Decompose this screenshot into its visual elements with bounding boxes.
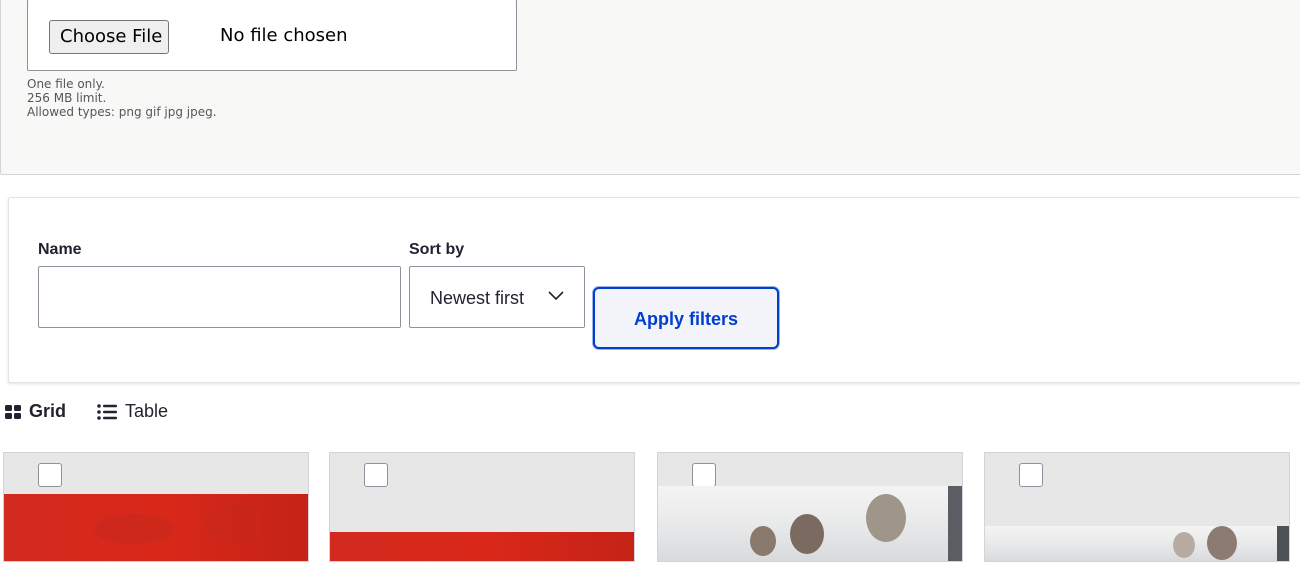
table-view-link[interactable]: Table — [97, 401, 168, 422]
name-label: Name — [38, 241, 82, 258]
grid-icon — [5, 404, 21, 419]
grid-view-link[interactable]: Grid — [5, 401, 66, 422]
sort-by-label: Sort by — [409, 241, 465, 258]
help-line: Allowed types: png gif jpg jpeg. — [27, 105, 217, 119]
select-checkbox[interactable] — [1019, 463, 1043, 487]
sort-selected-value: Newest first — [430, 288, 525, 308]
media-card[interactable] — [984, 452, 1290, 562]
media-thumbnail — [4, 494, 308, 561]
table-view-label: Table — [125, 401, 169, 421]
media-card[interactable] — [657, 452, 963, 562]
chevron-down-icon — [548, 291, 564, 301]
media-card[interactable] — [329, 452, 635, 562]
name-filter-input[interactable] — [38, 266, 401, 328]
media-thumbnail — [330, 532, 634, 561]
select-checkbox[interactable] — [692, 463, 716, 487]
media-thumbnail — [658, 486, 962, 561]
file-input[interactable]: Choose File No file chosen — [27, 0, 517, 71]
select-checkbox[interactable] — [38, 463, 62, 487]
grid-view-label: Grid — [29, 401, 67, 421]
apply-filters-button[interactable]: Apply filters — [593, 287, 779, 349]
media-card[interactable] — [3, 452, 309, 562]
media-thumbnail — [985, 526, 1289, 561]
sort-by-select[interactable]: Newest first — [409, 266, 585, 328]
help-line: 256 MB limit. — [27, 91, 107, 105]
help-line: One file only. — [27, 77, 105, 91]
file-upload-panel: Choose File No file chosen One file only… — [0, 0, 1300, 175]
list-icon — [97, 403, 117, 420]
upload-help-text: One file only. 256 MB limit. Allowed typ… — [27, 77, 217, 119]
choose-file-button[interactable]: Choose File — [49, 20, 170, 54]
file-status-text: No file chosen — [220, 25, 348, 46]
select-checkbox[interactable] — [364, 463, 388, 487]
filter-panel: Name Sort by Newest first Apply filters — [8, 197, 1300, 383]
